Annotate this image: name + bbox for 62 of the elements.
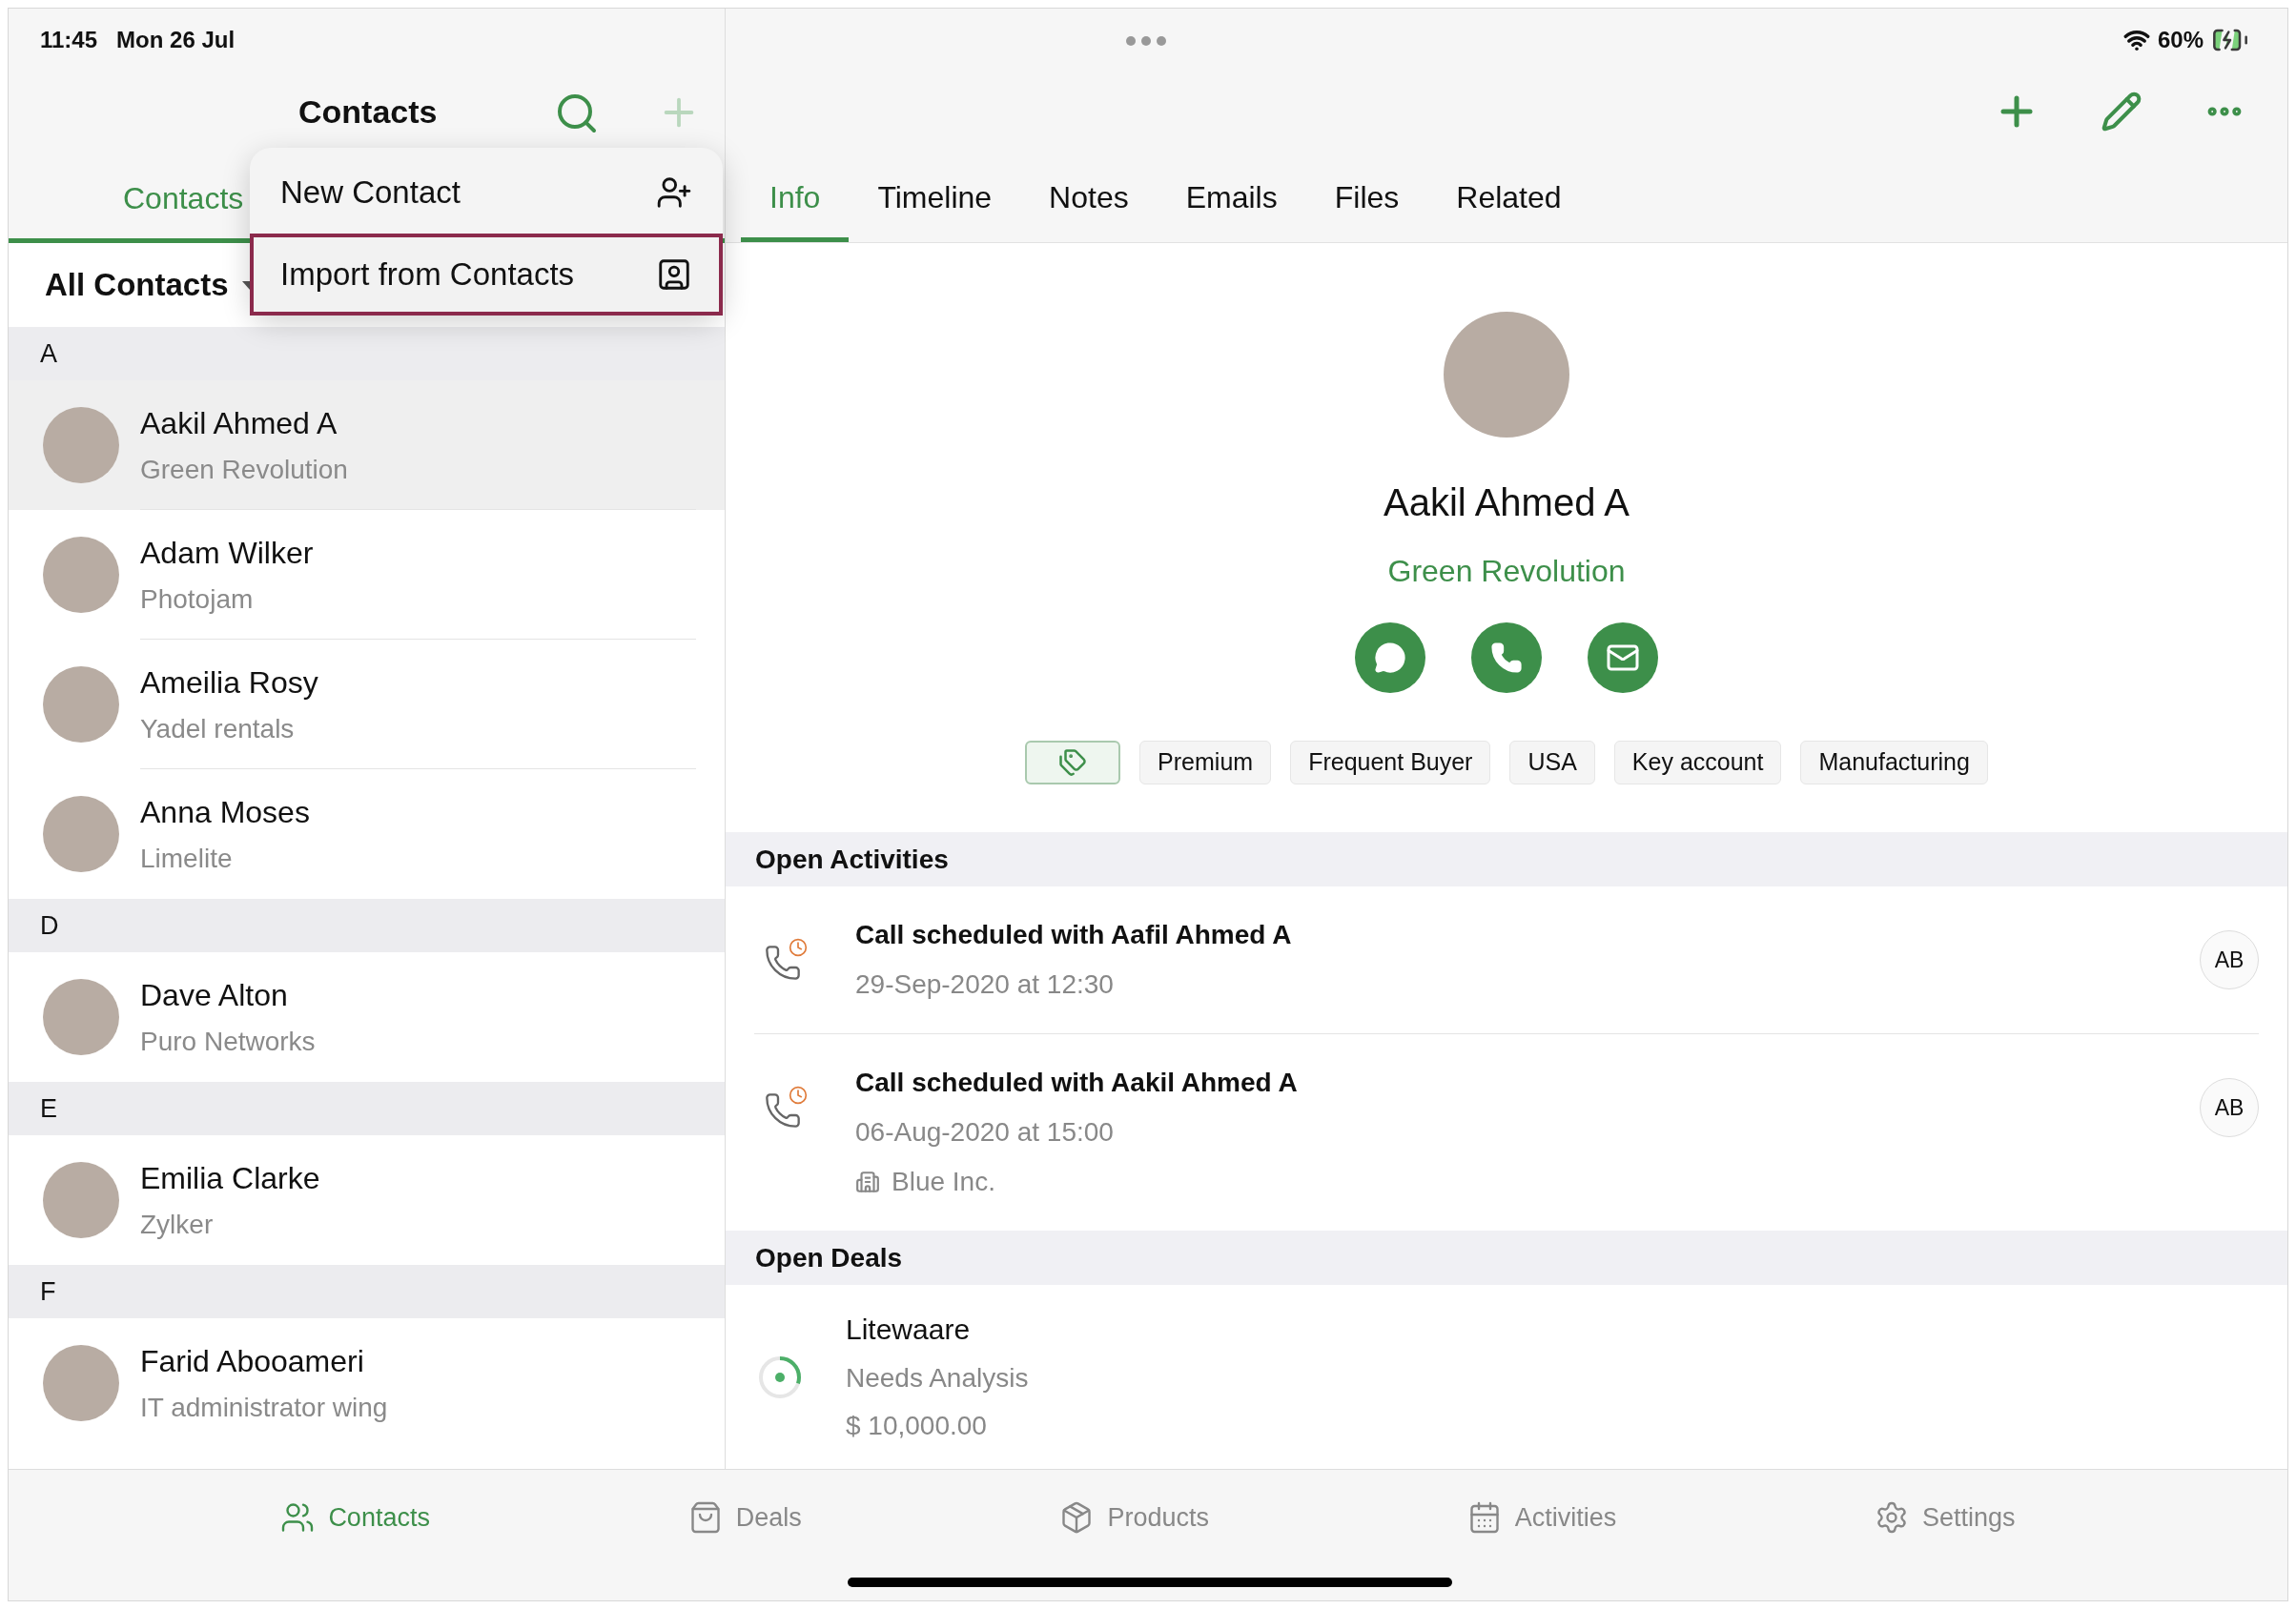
contact-name: Ameilia Rosy <box>140 663 319 702</box>
tag: Manufacturing <box>1800 741 1988 784</box>
contact-company: Limelite <box>140 843 234 875</box>
battery-percent: 60% <box>2157 26 2204 54</box>
section-header: Open Deals <box>726 1231 2287 1285</box>
status-date: Mon 26 Jul <box>116 26 236 54</box>
section-header: E <box>9 1082 725 1135</box>
menu-item[interactable]: New Contact <box>250 152 723 234</box>
contact-company: Yadel rentals <box>140 712 296 745</box>
section-header: F <box>9 1265 725 1318</box>
contact-company: Green Revolution <box>140 453 349 486</box>
contact-name: Adam Wilker <box>140 534 315 572</box>
contact-company: Puro Networks <box>140 1026 317 1058</box>
deal-stage: Needs Analysis <box>846 1362 1029 1395</box>
contact-company: Photojam <box>140 582 255 616</box>
deal-amount: $ 10,000.00 <box>846 1410 988 1442</box>
scheduled-call-icon <box>764 1086 808 1130</box>
detail-tab[interactable]: Notes <box>1020 174 1158 242</box>
nav-title: Contacts <box>298 92 438 132</box>
pencil-icon[interactable] <box>2101 91 2142 132</box>
tag: Key account <box>1613 741 1782 784</box>
tag: Premium <box>1139 741 1272 784</box>
segment-tab[interactable]: Contacts <box>123 175 244 238</box>
detail-tab[interactable]: Related <box>1427 174 1590 242</box>
contact-card-icon <box>656 256 692 293</box>
bottom-tab[interactable]: Contacts <box>280 1498 430 1538</box>
tags-icon[interactable] <box>1025 741 1121 784</box>
activity-account: Blue Inc. <box>892 1166 995 1198</box>
scheduled-call-icon <box>764 938 808 982</box>
section-header: D <box>9 899 725 952</box>
contact-name: Dave Alton <box>140 977 289 1014</box>
tag: Frequent Buyer <box>1290 741 1491 784</box>
activity-time: 06-Aug-2020 at 15:00 <box>855 1116 1115 1149</box>
activity-title: Call scheduled with Aafil Ahmed A <box>855 919 1293 951</box>
status-time: 11:45 <box>40 26 98 54</box>
contact-name: Aakil Ahmed A <box>140 404 338 442</box>
owner-avatar: AB <box>2200 930 2259 989</box>
chat-bubble-icon <box>1374 642 1406 674</box>
profile-name: Aakil Ahmed A <box>1384 480 1630 525</box>
contact-name: Emilia Clarke <box>140 1160 321 1197</box>
section-header: A <box>9 327 725 380</box>
contact-name: Anna Moses <box>140 794 311 831</box>
filter-label[interactable]: All Contacts <box>45 261 229 309</box>
activity-title: Call scheduled with Aakil Ahmed A <box>855 1067 1299 1099</box>
contact-row[interactable]: Aakil Ahmed A Green Revolution <box>9 380 725 510</box>
tag: USA <box>1509 741 1595 784</box>
section-header: Open Activities <box>726 832 2287 886</box>
deal-name: Litewaare <box>846 1313 972 1347</box>
activity-time: 29-Sep-2020 at 12:30 <box>855 968 1115 1001</box>
menu-item[interactable]: Import from Contacts <box>250 234 723 316</box>
contact-name: Farid Abooameri <box>140 1343 365 1380</box>
person-plus-icon <box>656 174 692 211</box>
detail-tab[interactable]: Emails <box>1157 174 1306 242</box>
phone-icon <box>1490 642 1523 674</box>
detail-tab[interactable]: Files <box>1305 174 1428 242</box>
contact-company: IT administrator wing <box>140 1392 389 1424</box>
detail-tab[interactable]: Timeline <box>849 174 1021 242</box>
profile-company: Green Revolution <box>1387 553 1626 590</box>
contact-company: Zylker <box>140 1209 215 1241</box>
multitask-dots-icon[interactable] <box>1126 36 1166 46</box>
building-icon <box>855 1170 880 1194</box>
owner-avatar: AB <box>2200 1078 2259 1137</box>
